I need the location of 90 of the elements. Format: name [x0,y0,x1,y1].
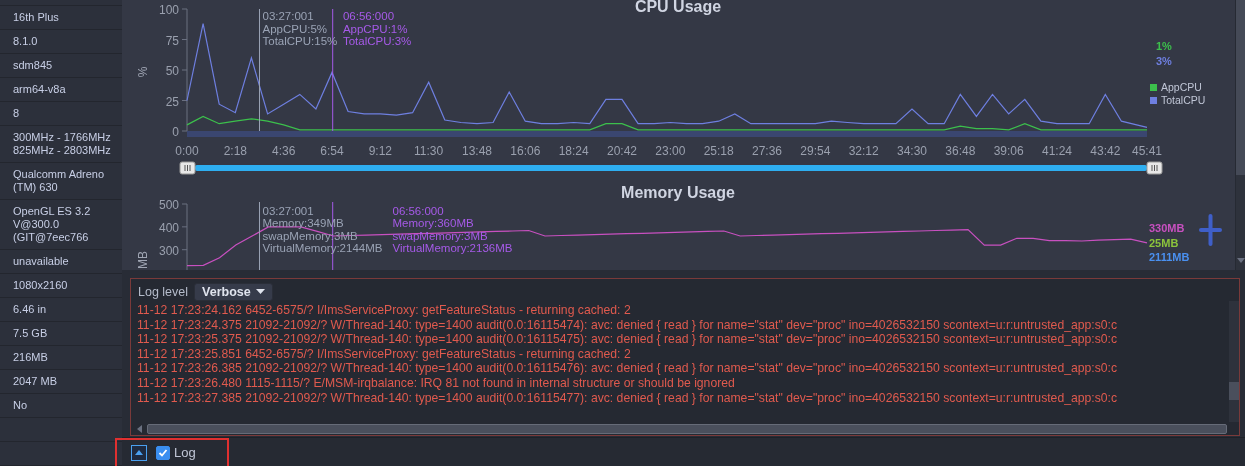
tick-label: 500 [158,198,179,212]
log-line: 11-12 17:23:27.385 21092-21092/? W/Thread-140: type=1400 audit(0.0:16115477): avc: denied { read } for name="stat" dev="proc" ino=4026532150 scontext=u:r:untrusted_app:s0:c [137,390,1119,406]
slider-handle[interactable] [179,161,196,175]
cursor-label: AppCPU:5% [262,22,328,35]
device-info-value: 8 [13,107,20,120]
slider-handle[interactable] [1146,161,1163,175]
current-value: 3% [1156,55,1172,67]
checkbox-label: Log [174,445,196,460]
tick-label: 9:12 [368,144,392,158]
device-info-value: No [13,399,28,412]
tick-label: 41:24 [1041,144,1072,158]
device-info-value: 2047 MB [13,375,58,388]
log-line: 11-12 17:23:25.851 6452-6575/? I/ImsServiceProxy: getFeatureStatus - returning cached: 2 [137,346,632,362]
tick-label: 75 [165,33,179,48]
checkbox[interactable] [156,445,170,460]
device-info-value: 6.46 in [13,303,47,316]
triangle-icon [135,450,143,455]
device-info-value: 300MHz - 1766MHz 825MHz - 2803MHz [13,131,111,157]
log-level-dropdown[interactable]: Verbose [194,283,273,301]
tick-label: 50 [165,64,179,78]
cursor-line [332,201,334,270]
tick-label: 11:30 [414,144,444,158]
legend-label: TotalCPU [1161,94,1206,106]
chart-title: Memory Usage [621,184,735,201]
tick-label: 6:54 [320,144,344,158]
range-slider-track[interactable] [195,165,1147,171]
device-info-value: OpenGL ES 3.2 V@300.0 (GIT@7eec766 [13,205,91,244]
device-info-value: 16th Plus [13,11,59,24]
log-line: 11-12 17:23:24.162 6452-6575/? I/ImsServiceProxy: getFeatureStatus - returning cached: 2 [137,303,632,318]
device-info-value: 216MB [13,351,48,364]
tick-label: 2:18 [223,144,247,158]
tick-label: 34:30 [897,144,927,158]
tick-label: 29:54 [800,144,831,158]
scrollbar[interactable] [1229,301,1239,422]
tick-label: 0 [172,125,179,139]
tick-label: 32:12 [848,144,879,158]
tick-label: 400 [158,220,179,235]
y-axis [181,203,188,270]
expand-button[interactable] [131,444,147,461]
axis-label: % [136,66,150,78]
tick-label: 27:36 [752,144,782,158]
device-info-value: Qualcomm Adreno (TM) 630 [13,168,105,194]
cursor-label: 06:56:000 [392,205,444,217]
device-info-value: unavailable [13,255,69,268]
tick-label: 100 [158,3,179,17]
chart-title: CPU Usage [634,0,722,15]
device-info-value: 7.5 GB [13,327,48,340]
tick-label: 300 [158,243,179,258]
cursor-line [259,201,260,270]
device-info-value: arm64-v8a [13,83,66,96]
tick-label: 36:48 [945,144,976,158]
legend-label: AppCPU [1161,81,1202,93]
cursor-label: 03:27:001 [262,10,314,22]
tick-label: 0:00 [175,144,199,158]
cursor-label: swapMemory:3MB [392,229,488,242]
tick-label: 25 [165,94,179,109]
current-value: 25MB [1149,236,1179,249]
device-info-value: sdm845 [13,59,53,72]
device-info-value: 8.1.0 [13,35,38,48]
scrollbar[interactable] [1235,0,1245,270]
log-line: 11-12 17:23:26.385 21092-21092/? W/Thread-140: type=1400 audit(0.0:16115476): avc: denied { read } for name="stat" dev="proc" ino=4026532150 scontext=u:r:untrusted_app:s0:c [137,361,1119,376]
cursor-label: TotalCPU:3% [342,35,412,47]
tick-label: 25:18 [703,144,734,158]
tick-label: 4:36 [272,144,296,158]
tick-label: 20:42 [607,144,637,158]
cursor-label: VirtualMemory:2136MB [392,241,513,254]
tick-label: 18:24 [558,144,589,158]
axis-label: MB [136,251,150,269]
scroll-down-icon[interactable] [1237,258,1245,264]
log-level-label: Log level [138,285,189,299]
log-line: 11-12 17:23:26.480 1115-1115/? E/MSM-irqbalance: IRQ 81 not found in internal structure or should be ignored [137,375,736,391]
tick-label: 43:42 [1090,144,1121,158]
cursor-label: 03:27:001 [262,205,314,217]
plus-icon[interactable] [1199,214,1222,246]
tick-label: 39:06 [993,144,1024,158]
log-line: 11-12 17:23:24.375 21092-21092/? W/Thread-140: type=1400 audit(0.0:16115474): avc: denied { read } for name="stat" dev="proc" ino=4026532150 scontext=u:r:untrusted_app:s0:c [137,317,1119,333]
cursor-label: AppCPU:1% [342,22,408,35]
current-value: 1% [1156,40,1172,52]
tick-label: 16:06 [510,144,541,158]
log-line: 11-12 17:23:25.375 21092-21092/? W/Thread-140: type=1400 audit(0.0:16115475): avc: denied { read } for name="stat" dev="proc" ino=4026532150 scontext=u:r:untrusted_app:s0:c [137,332,1119,347]
cursor-label: Memory:360MB [392,217,474,230]
caret-icon [255,289,265,295]
cursor-label: 06:56:000 [342,10,395,22]
tick-label: 45:41 [1132,144,1162,158]
device-info-value: 1080x2160 [13,279,68,292]
tick-label: 13:48 [462,144,492,158]
tick-label: 23:00 [655,144,686,158]
current-value: 2111MB [1149,251,1190,263]
current-value: 330MB [1149,222,1185,234]
scroll-left-icon[interactable] [137,424,143,433]
